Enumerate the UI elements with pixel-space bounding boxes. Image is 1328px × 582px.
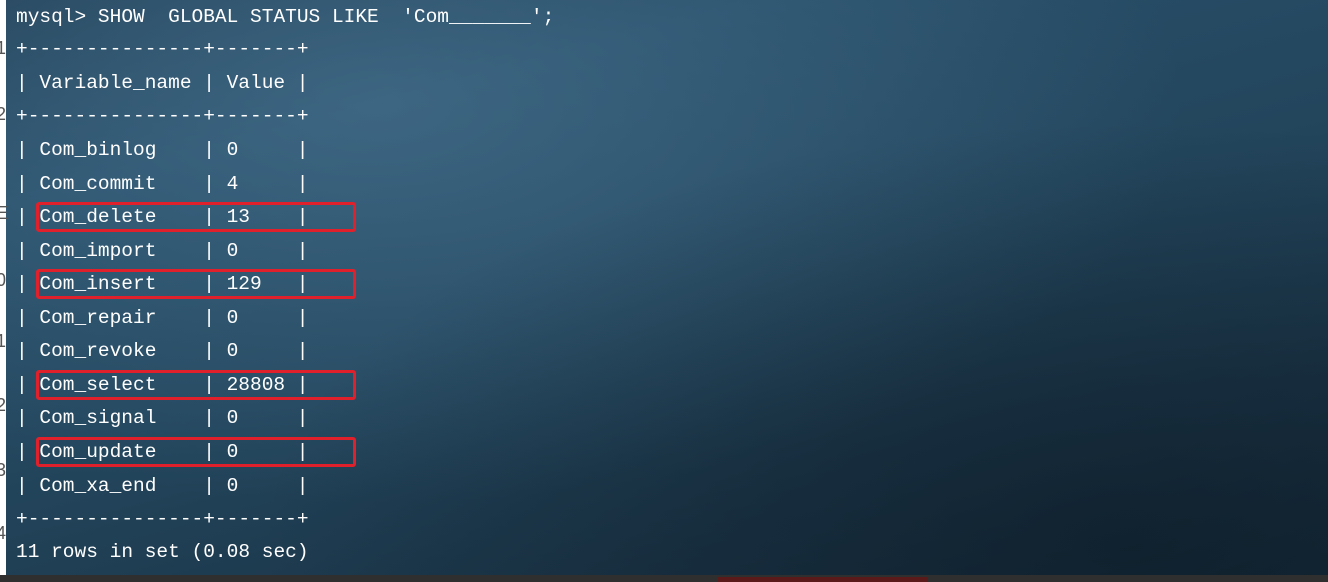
table-column-separator: |: [203, 307, 215, 329]
table-border-top: +---------------+-------+: [16, 38, 309, 60]
value-cell: 0: [226, 407, 239, 429]
value-cell: 0: [226, 139, 239, 161]
table-column-separator: |: [296, 307, 309, 329]
table-column-separator: |: [203, 340, 215, 362]
table-column-separator: |: [16, 173, 28, 195]
gutter-line-number: 1: [0, 331, 7, 351]
variable-name-cell: Variable_name: [39, 72, 192, 94]
bottom-accent: [718, 577, 928, 582]
variable-name-cell: Com_commit: [39, 173, 157, 195]
table-column-separator: |: [16, 374, 28, 396]
variable-name-cell: Com_signal: [39, 407, 157, 429]
table-column-separator: |: [203, 139, 215, 161]
highlight-box: [36, 437, 356, 467]
variable-name-cell: Com_import: [39, 240, 157, 262]
highlight-box: [36, 269, 356, 299]
highlight-box: [36, 202, 356, 232]
value-cell: 0: [226, 307, 239, 329]
table-column-separator: |: [16, 273, 28, 295]
table-column-separator: |: [203, 475, 215, 497]
bottom-bar: [0, 575, 1328, 582]
table-column-separator: |: [16, 240, 28, 262]
value-cell: Value: [226, 72, 286, 94]
table-column-separator: |: [296, 173, 309, 195]
table-border-header: +---------------+-------+: [16, 105, 309, 127]
table-column-separator: |: [203, 173, 215, 195]
table-column-separator: |: [16, 407, 28, 429]
table-column-separator: |: [296, 72, 309, 94]
table-column-separator: |: [296, 340, 309, 362]
gutter-line-number: 1: [0, 38, 7, 58]
table-column-separator: |: [16, 441, 28, 463]
table-column-separator: |: [16, 139, 28, 161]
table-column-separator: |: [296, 240, 309, 262]
table-column-separator: |: [16, 72, 28, 94]
table-column-separator: |: [296, 475, 309, 497]
result-summary: 11 rows in set (0.08 sec): [16, 541, 309, 563]
table-border-bottom: +---------------+-------+: [16, 508, 309, 530]
table-column-separator: |: [296, 407, 309, 429]
table-column-separator: |: [296, 139, 309, 161]
table-column-separator: |: [203, 72, 215, 94]
gutter-line-number: 4: [0, 523, 7, 543]
table-column-separator: |: [203, 240, 215, 262]
command-line: mysql> SHOW GLOBAL STATUS LIKE 'Com_____…: [16, 6, 555, 28]
value-cell: 0: [226, 340, 239, 362]
table-column-separator: |: [16, 340, 28, 362]
highlight-box: [36, 370, 356, 400]
variable-name-cell: Com_xa_end: [39, 475, 157, 497]
value-cell: 0: [226, 475, 239, 497]
value-cell: 0: [226, 240, 239, 262]
terminal-window[interactable]: mysql> SHOW GLOBAL STATUS LIKE 'Com_____…: [6, 0, 1328, 575]
gutter-line-number: 3: [0, 460, 7, 480]
value-cell: 4: [226, 173, 239, 195]
gutter-line-number: E: [0, 203, 9, 223]
table-column-separator: |: [16, 307, 28, 329]
variable-name-cell: Com_binlog: [39, 139, 157, 161]
gutter-line-number: 2: [0, 104, 7, 124]
variable-name-cell: Com_revoke: [39, 340, 157, 362]
gutter-line-number: 0: [0, 270, 7, 290]
gutter-line-number: 2: [0, 395, 7, 415]
variable-name-cell: Com_repair: [39, 307, 157, 329]
table-column-separator: |: [203, 407, 215, 429]
table-column-separator: |: [16, 206, 28, 228]
table-column-separator: |: [16, 475, 28, 497]
